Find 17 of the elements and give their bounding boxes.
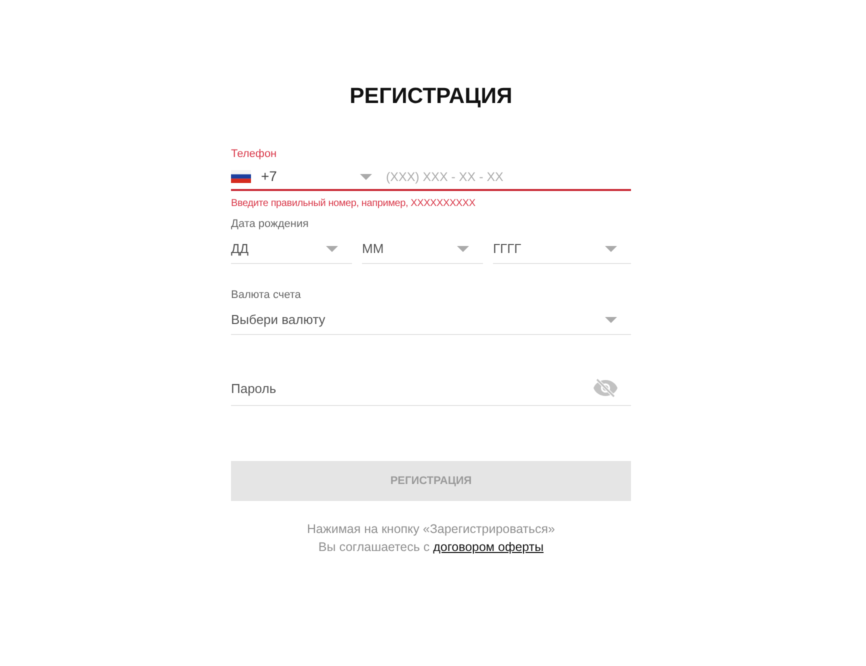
currency-select[interactable]: Выбери валюту xyxy=(231,305,631,335)
field-label: Валюта счета xyxy=(231,288,302,302)
field-label: Телефон xyxy=(231,147,278,161)
field-label: Дата рождения xyxy=(231,217,310,231)
caret-icon[interactable] xyxy=(457,246,469,252)
page-title: РЕГИСТРАЦИЯ xyxy=(348,82,514,110)
offer-link[interactable]: договором оферты xyxy=(433,540,544,554)
eye-slash-icon[interactable] xyxy=(593,378,618,398)
terms-text: Нажимая на кнопку «Зарегистрироваться» Вы соглашаетесь с договором оферты xyxy=(306,521,556,556)
caret-icon[interactable] xyxy=(326,246,338,252)
country-code-select[interactable]: +7 xyxy=(231,164,372,191)
error-message: Введите правильный номер, например, XXXXXXXXXX xyxy=(231,197,476,211)
caret-icon[interactable] xyxy=(605,317,617,323)
flag-icon xyxy=(231,170,251,183)
caret-icon[interactable] xyxy=(360,174,372,180)
phone-input[interactable]: (XXX) XXX - XX - XX xyxy=(372,164,631,191)
caret-icon[interactable] xyxy=(605,246,617,252)
